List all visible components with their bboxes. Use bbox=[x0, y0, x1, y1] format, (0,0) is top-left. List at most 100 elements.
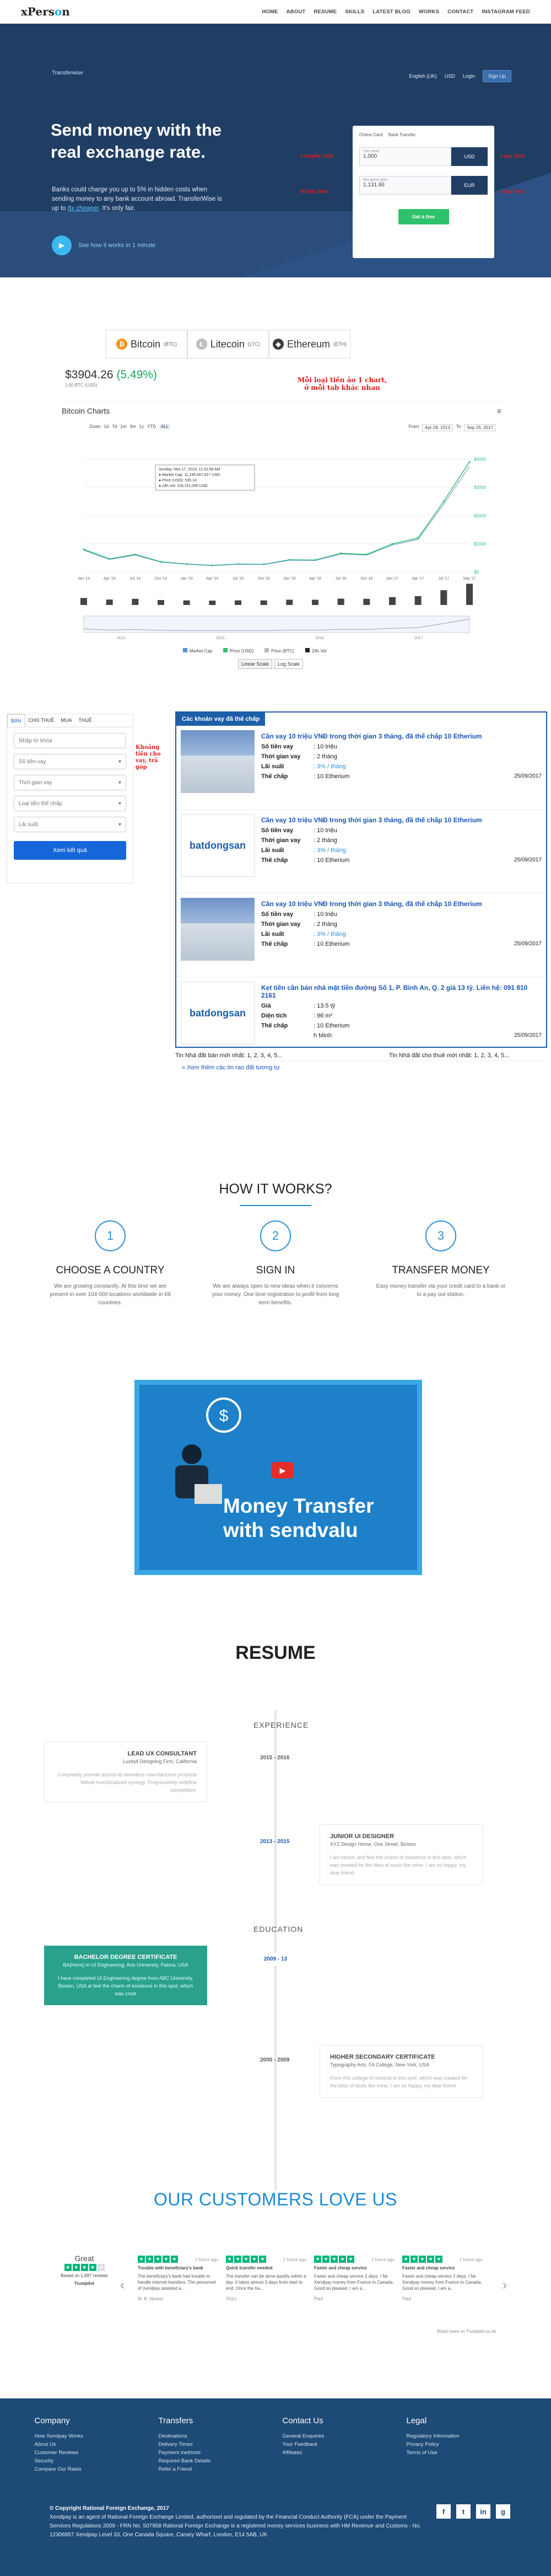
footer-link[interactable]: About Us bbox=[35, 2440, 145, 2449]
footer-link[interactable]: General Enquiries bbox=[283, 2432, 393, 2440]
facebook-icon[interactable]: f bbox=[436, 2504, 451, 2519]
loan-title[interactable]: Cần vay 10 triệu VNĐ trong thời gian 3 t… bbox=[261, 816, 542, 824]
zoom-button[interactable]: 1y bbox=[139, 424, 144, 429]
transferwise-logo[interactable]: Transferwise bbox=[52, 70, 83, 76]
loan-amount-select[interactable]: Số tiền vay ▾ bbox=[14, 754, 126, 769]
menu-contact[interactable]: CONTACT bbox=[447, 9, 473, 15]
google-icon[interactable]: g bbox=[496, 2504, 510, 2519]
play-icon[interactable]: ▶ bbox=[272, 1462, 294, 1479]
loan-title[interactable]: Cần vay 10 triệu VNĐ trong thời gian 3 t… bbox=[261, 732, 542, 740]
coin-price: $3904.26 (5.49%) bbox=[65, 368, 157, 381]
receive-amount-input[interactable]: Recipient gets 1,131.86 bbox=[359, 176, 451, 195]
legend-item[interactable]: Market Cap bbox=[183, 648, 212, 654]
menu-skills[interactable]: SKILLS bbox=[345, 9, 364, 15]
promo-video[interactable]: sendvalu $ ▶ Money Transfer with sendval… bbox=[134, 1380, 422, 1575]
footer-link[interactable]: Compare Our Rates bbox=[35, 2465, 145, 2473]
legend-item[interactable]: 24h Vol bbox=[305, 648, 327, 654]
collateral-select[interactable]: Loại tiền thế chấp ▾ bbox=[14, 796, 126, 811]
zoom-button[interactable]: YTD bbox=[147, 424, 156, 429]
legend-item[interactable]: Price (BTC) bbox=[264, 648, 294, 654]
trustpilot-footnote[interactable]: Read more on Trustpilot.co.uk bbox=[437, 2329, 496, 2334]
footer-link[interactable]: How Xendpay Works bbox=[35, 2432, 145, 2440]
footer-link[interactable]: Destinations bbox=[159, 2432, 269, 2440]
review-card[interactable]: ★ ★ ★ ★ ★ 1 hours ago Faster and cheap service… bbox=[314, 2256, 395, 2302]
chevron-left-icon[interactable]: ‹ bbox=[120, 2278, 125, 2293]
menu-latest-blog[interactable]: LATEST BLOG bbox=[372, 9, 410, 15]
footer-link[interactable]: Refer a Friend bbox=[159, 2465, 269, 2473]
loan-title[interactable]: Cần vay 10 triệu VNĐ trong thời gian 3 t… bbox=[261, 900, 542, 908]
loan-item[interactable]: batdongsan Kẹt tiền cần bán nhà mặt tiền … bbox=[176, 977, 546, 1061]
zoom-button[interactable]: ALL bbox=[159, 424, 171, 429]
experience-label: EXPERIENCE bbox=[253, 1721, 309, 1729]
send-amount-input[interactable]: You send 1,000 bbox=[359, 147, 451, 166]
menu-works[interactable]: WORKS bbox=[419, 9, 439, 15]
language-select[interactable]: English (UK) bbox=[409, 73, 437, 79]
cheaper-link[interactable]: 8x cheaper bbox=[68, 205, 99, 212]
tab-bank-transfer[interactable]: Bank Transfer bbox=[388, 132, 416, 137]
legend-item[interactable]: Price (USD) bbox=[223, 648, 253, 654]
signup-button[interactable]: Sign Up bbox=[482, 70, 511, 82]
menu-instagram-feed[interactable]: INSTAGRAM FEED bbox=[482, 9, 530, 15]
menu-home[interactable]: HOME bbox=[262, 9, 278, 15]
review-card[interactable]: ★ ★ ★ ★ ★ 1 hours ago Trouble with beneficiary… bbox=[138, 2256, 218, 2302]
loan-detail: Thế chấp: 10 Etherium 25/09/2017 bbox=[261, 773, 542, 780]
loan-term-select[interactable]: Thời gian vay ▾ bbox=[14, 775, 126, 790]
video-link[interactable]: ▶ See how it works in 1 minute bbox=[52, 235, 155, 255]
view-results-button[interactable]: Xem kết quả bbox=[14, 841, 126, 860]
from-date-input[interactable]: Apr 28, 2013 bbox=[422, 424, 453, 431]
interest-select[interactable]: Lãi suất ▾ bbox=[14, 817, 126, 832]
chevron-right-icon[interactable]: › bbox=[503, 2278, 507, 2293]
footer-link[interactable]: Payment methods bbox=[159, 2449, 269, 2457]
login-link[interactable]: Login bbox=[463, 73, 475, 79]
to-date-input[interactable]: Sep 25, 2017 bbox=[464, 424, 496, 431]
sale-pager[interactable]: Tin Nhà đất bán mới nhất: 1, 2, 3, 4, 5.… bbox=[175, 1052, 283, 1059]
tab-mua[interactable]: MUA bbox=[57, 714, 75, 727]
zoom-button[interactable]: 1d bbox=[104, 424, 109, 429]
review-card[interactable]: ★ ★ ★ ★ ★ 1 hours ago Quick transfer needed The… bbox=[226, 2256, 306, 2302]
currency-select[interactable]: USD bbox=[445, 73, 455, 79]
loan-item[interactable]: Cần vay 10 triệu VNĐ trong thời gian 3 t… bbox=[176, 726, 546, 810]
log-scale-button[interactable]: Log Scale bbox=[274, 659, 304, 669]
rent-pager[interactable]: Tin Nhà đất cho thuê mới nhất: 1, 2, 3, … bbox=[389, 1052, 509, 1059]
navigator-year: 2015 bbox=[216, 636, 225, 640]
footer-link[interactable]: Privacy Policy bbox=[407, 2440, 517, 2449]
loan-item[interactable]: Cần vay 10 triệu VNĐ trong thời gian 3 t… bbox=[176, 893, 546, 977]
tab-thue[interactable]: THUÊ bbox=[75, 714, 95, 727]
site-logo[interactable]: xPerson bbox=[21, 5, 70, 18]
keyword-input[interactable]: Nhập từ khóa bbox=[14, 733, 126, 748]
more-listings-link[interactable]: » Xem thêm các tin rao đất tương tự bbox=[176, 1061, 546, 1074]
tab-litecoin[interactable]: Ł Litecoin (LTC) bbox=[187, 330, 269, 358]
tab-cho-thue[interactable]: CHO THUÊ bbox=[25, 714, 58, 727]
price-point bbox=[134, 553, 136, 555]
tab-ethereum[interactable]: ◆ Ethereum (ETH) bbox=[269, 330, 350, 358]
review-card[interactable]: ★ ★ ★ ★ ★ 1 hours ago Faster and cheap service… bbox=[402, 2256, 483, 2302]
tab-ban[interactable]: BÁN bbox=[7, 714, 25, 727]
menu-resume[interactable]: RESUME bbox=[314, 9, 337, 15]
twitter-icon[interactable]: t bbox=[456, 2504, 471, 2519]
loan-item[interactable]: batdongsan Cần vay 10 triệu VNĐ trong thờ… bbox=[176, 810, 546, 893]
loan-title[interactable]: Kẹt tiền cần bán nhà mặt tiền đường Số 1… bbox=[261, 984, 542, 999]
send-currency-select[interactable]: USD bbox=[451, 147, 488, 166]
linkedin-icon[interactable]: in bbox=[476, 2504, 490, 2519]
tab-online-card[interactable]: Online Card bbox=[359, 132, 383, 137]
volume-bar bbox=[389, 597, 396, 605]
footer-link[interactable]: Required Bank Details bbox=[159, 2457, 269, 2465]
tab-bitcoin[interactable]: ₿ Bitcoin (BTC) bbox=[106, 330, 187, 358]
menu-about[interactable]: ABOUT bbox=[287, 9, 306, 15]
price-point bbox=[237, 563, 239, 565]
linear-scale-button[interactable]: Linear Scale bbox=[238, 659, 273, 669]
zoom-button[interactable]: 3m bbox=[129, 424, 136, 429]
footer-link[interactable]: Terms of Use bbox=[407, 2449, 517, 2457]
footer-link[interactable]: Delivery Times bbox=[159, 2440, 269, 2449]
footer-link[interactable]: Security bbox=[35, 2457, 145, 2465]
footer-link[interactable]: Affiliates bbox=[283, 2449, 393, 2457]
get-free-button[interactable]: Get a free bbox=[398, 209, 449, 224]
footer-link[interactable]: Regulatory Information bbox=[407, 2432, 517, 2440]
top-nav: xPerson HOME ABOUT RESUME SKILLS LATEST … bbox=[0, 0, 551, 24]
zoom-button[interactable]: 1m bbox=[120, 424, 126, 429]
receive-currency-select[interactable]: EUR bbox=[451, 176, 488, 195]
menu-icon[interactable]: ≡ bbox=[497, 406, 501, 415]
footer-link[interactable]: Customer Reviews bbox=[35, 2449, 145, 2457]
footer-link[interactable]: Your Feedback bbox=[283, 2440, 393, 2449]
zoom-button[interactable]: 7d bbox=[112, 424, 117, 429]
